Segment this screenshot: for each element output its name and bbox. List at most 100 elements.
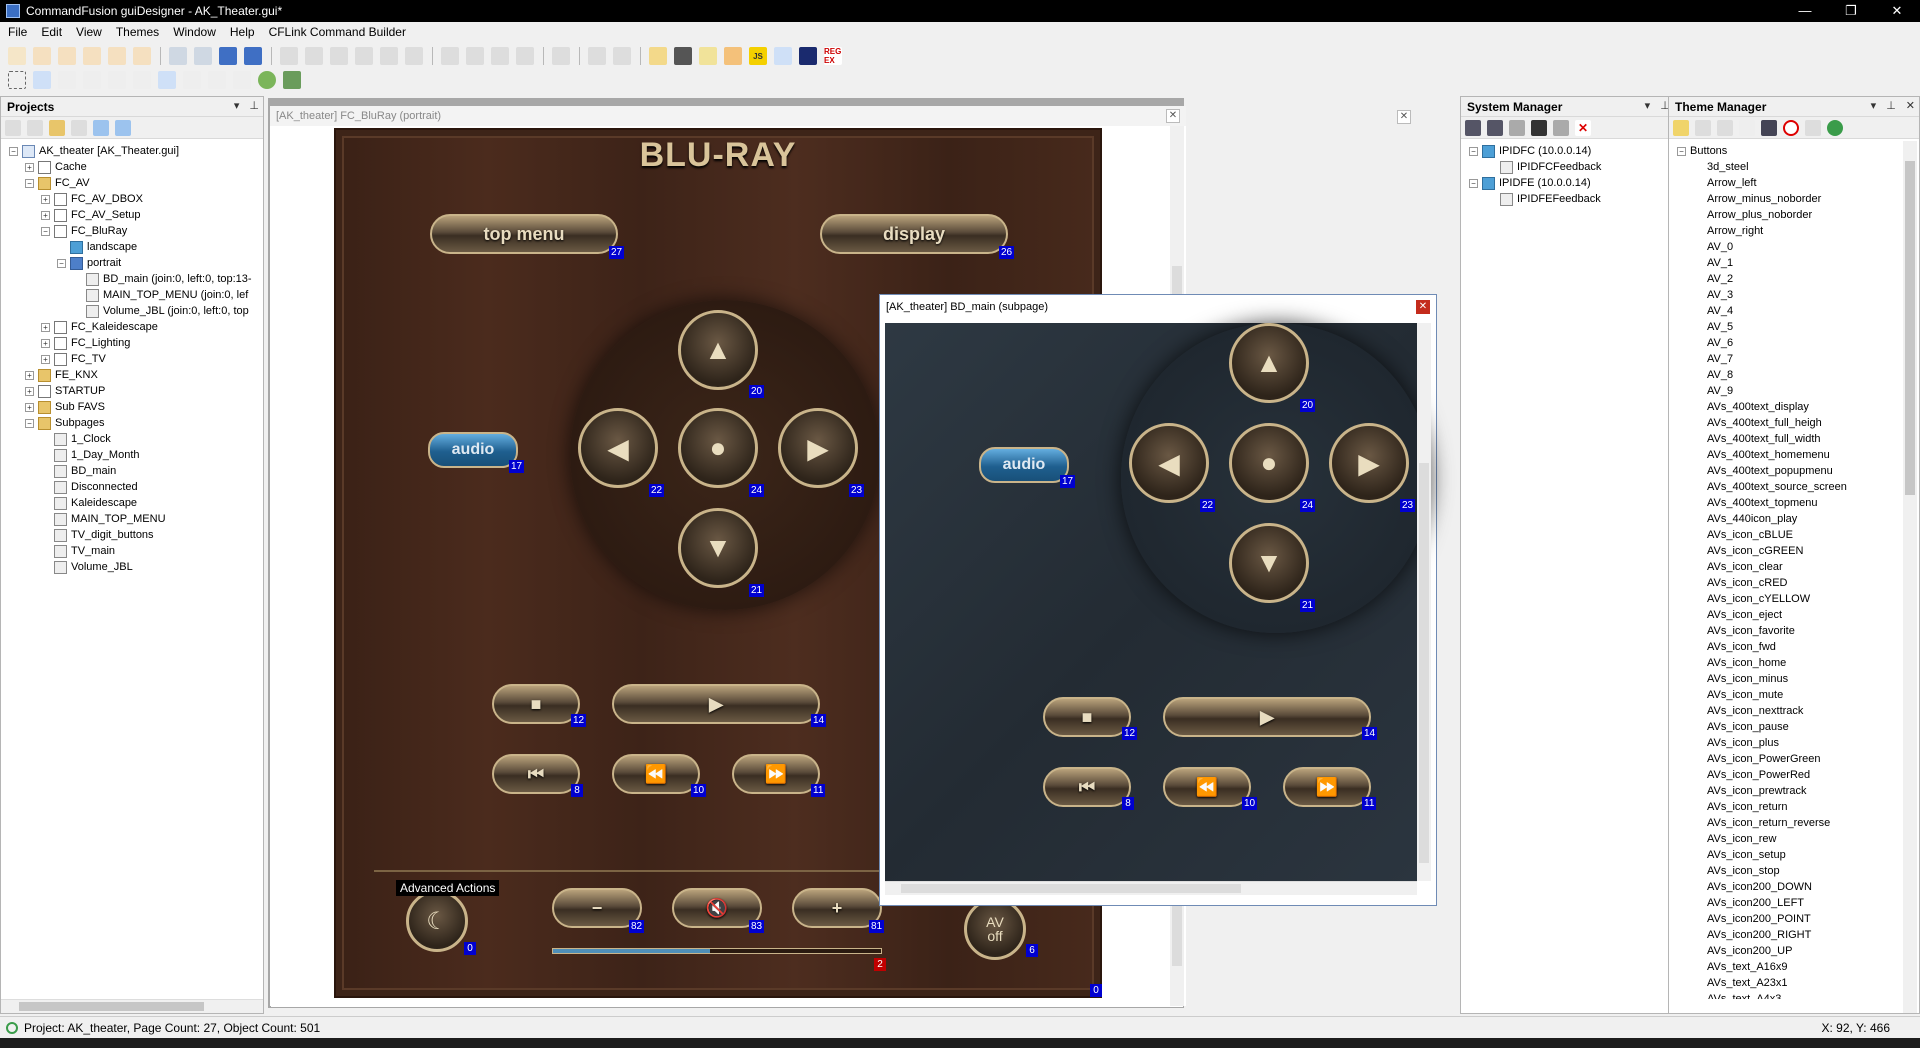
slider-tool-icon[interactable] [108, 71, 126, 89]
theme-item[interactable]: AVs_400text_popupmenu [1707, 463, 1833, 479]
button-tool-icon[interactable] [83, 71, 101, 89]
align-top-icon[interactable] [355, 47, 373, 65]
theme-item[interactable]: AVs_text_A4x3 [1707, 991, 1781, 999]
copy-icon[interactable] [1695, 119, 1711, 136]
space-horizontal-icon[interactable] [516, 47, 534, 65]
scroll-thumb[interactable] [1905, 161, 1915, 495]
project-tree-item[interactable]: 1_Clock [41, 431, 111, 447]
paste-icon[interactable] [1717, 119, 1733, 136]
stop-button[interactable]: ■ [492, 684, 580, 724]
menu-help[interactable]: Help [222, 25, 261, 39]
tools-icon[interactable] [649, 47, 667, 65]
project-tree-item[interactable]: landscape [57, 239, 137, 255]
expand-icon[interactable]: + [41, 322, 50, 332]
globe-icon[interactable] [1827, 119, 1843, 136]
av-off-button[interactable]: AV off [964, 898, 1026, 960]
theme-item[interactable]: AVs_icon_cBLUE [1707, 527, 1793, 543]
theme-item[interactable]: AVs_icon_setup [1707, 847, 1786, 863]
collapse-icon[interactable]: − [25, 418, 34, 428]
project-tree-item[interactable]: + FC_AV_Setup [41, 207, 141, 223]
menu-cflink-command-builder[interactable]: CFLink Command Builder [261, 25, 412, 39]
gear-icon[interactable] [1487, 119, 1503, 136]
project-tree-item[interactable]: + FC_AV_DBOX [41, 191, 143, 207]
scroll-thumb[interactable] [19, 1002, 204, 1011]
theme-item[interactable]: AVs_440icon_play [1707, 511, 1797, 527]
project-tree-item[interactable]: − FC_AV [25, 175, 90, 191]
theme-item[interactable]: AVs_400text_source_screen [1707, 479, 1847, 495]
theme-item[interactable]: AV_9 [1707, 383, 1733, 399]
no-entry-icon[interactable] [1783, 119, 1799, 136]
theme-item[interactable]: AVs_icon_cGREEN [1707, 543, 1803, 559]
theme-tree-root[interactable]: − Buttons [1677, 143, 1727, 159]
collapse-all-icon[interactable] [115, 119, 131, 136]
expand-icon[interactable]: + [25, 370, 34, 380]
space-vertical-icon[interactable] [491, 47, 509, 65]
menu-themes[interactable]: Themes [108, 25, 165, 39]
theme-item[interactable]: AV_7 [1707, 351, 1733, 367]
zoom-icon[interactable] [58, 71, 76, 89]
project-tree-item[interactable]: BD_main [41, 463, 116, 479]
theme-item[interactable]: AVs_icon200_RIGHT [1707, 927, 1811, 943]
project-tree-item[interactable]: − portrait [57, 255, 121, 271]
theme-item[interactable]: AVs_icon_cRED [1707, 575, 1788, 591]
theme-item[interactable]: AV_8 [1707, 367, 1733, 383]
save-icon[interactable] [219, 47, 237, 65]
web-tool-icon[interactable] [258, 71, 276, 89]
order-icon[interactable] [552, 47, 570, 65]
new-ax-icon[interactable] [33, 47, 51, 65]
right-arrow-button[interactable]: ▶ [778, 408, 858, 488]
align-left-icon[interactable] [280, 47, 298, 65]
expand-icon[interactable]: + [41, 354, 50, 364]
project-tree-item[interactable]: Kaleidescape [41, 495, 137, 511]
project-tree-item[interactable]: MAIN_TOP_MENU [41, 511, 166, 527]
project-tree-item[interactable]: BD_main (join:0, left:0, top:13- [73, 271, 252, 287]
project-tree-item[interactable]: 1_Day_Month [41, 447, 140, 463]
project-tree-item[interactable]: − FC_BluRay [41, 223, 127, 239]
regex-icon[interactable]: REG EX [824, 47, 842, 65]
scroll-thumb[interactable] [1419, 463, 1429, 863]
theme-item[interactable]: AVs_icon200_LEFT [1707, 895, 1804, 911]
system-tree-item[interactable]: IPIDFEFeedback [1487, 191, 1601, 207]
preview-icon[interactable] [1805, 119, 1821, 136]
theme-item[interactable]: AVs_icon_fwd [1707, 639, 1776, 655]
project-tree-item[interactable]: + Cache [25, 159, 87, 175]
pin-icon[interactable]: ⊥ [249, 99, 259, 112]
theme-item[interactable]: AVs_icon_stop [1707, 863, 1780, 879]
audio-button[interactable]: audio [428, 432, 518, 468]
maximize-button[interactable]: ❐ [1828, 0, 1874, 22]
theme-item[interactable]: AVs_icon_rew [1707, 831, 1777, 847]
align-middle-icon[interactable] [380, 47, 398, 65]
theme-item[interactable]: AVs_400text_full_heigh [1707, 415, 1822, 431]
project-tree-item[interactable]: Volume_JBL [41, 559, 133, 575]
theme-item[interactable]: AVs_icon_return [1707, 799, 1788, 815]
theme-item[interactable]: AVs_icon200_POINT [1707, 911, 1811, 927]
theme-item[interactable]: AVs_400text_topmenu [1707, 495, 1817, 511]
fast-forward-button[interactable]: ⏩ [1283, 767, 1371, 807]
theme-item[interactable]: AVs_text_A23x1 [1707, 975, 1788, 991]
collapse-icon[interactable]: − [1677, 146, 1686, 156]
theme-item[interactable]: AVs_icon_plus [1707, 735, 1779, 751]
collapse-icon[interactable]: − [1469, 146, 1478, 156]
previous-track-button[interactable]: ⏮ [1043, 767, 1131, 807]
align-right-icon[interactable] [330, 47, 348, 65]
new-txt-icon[interactable] [83, 47, 101, 65]
gears-icon[interactable] [1509, 119, 1525, 136]
delete-icon[interactable]: ✕ [1575, 119, 1591, 136]
collapse-icon[interactable]: − [57, 258, 66, 268]
new-dx-icon[interactable] [8, 47, 26, 65]
system-tree-item[interactable]: − IPIDFE (10.0.0.14) [1469, 175, 1591, 191]
theme-item[interactable]: Arrow_right [1707, 223, 1763, 239]
theme-item[interactable]: AVs_icon_cYELLOW [1707, 591, 1810, 607]
theme-item[interactable]: AVs_icon_PowerGreen [1707, 751, 1821, 767]
right-arrow-button[interactable]: ▶ [1329, 423, 1409, 503]
previous-track-button[interactable]: ⏮ [492, 754, 580, 794]
theme-vscrollbar[interactable] [1903, 141, 1917, 1013]
project-tree-item[interactable]: Disconnected [41, 479, 138, 495]
play-button[interactable]: ▶ [1163, 697, 1371, 737]
music-icon[interactable] [774, 47, 792, 65]
gauge-tool-icon[interactable] [283, 71, 301, 89]
collapse-icon[interactable]: − [41, 226, 50, 236]
expand-icon[interactable]: + [25, 386, 34, 396]
theme-item[interactable]: AV_2 [1707, 271, 1733, 287]
subpage-close-icon[interactable]: ✕ [1416, 300, 1430, 314]
